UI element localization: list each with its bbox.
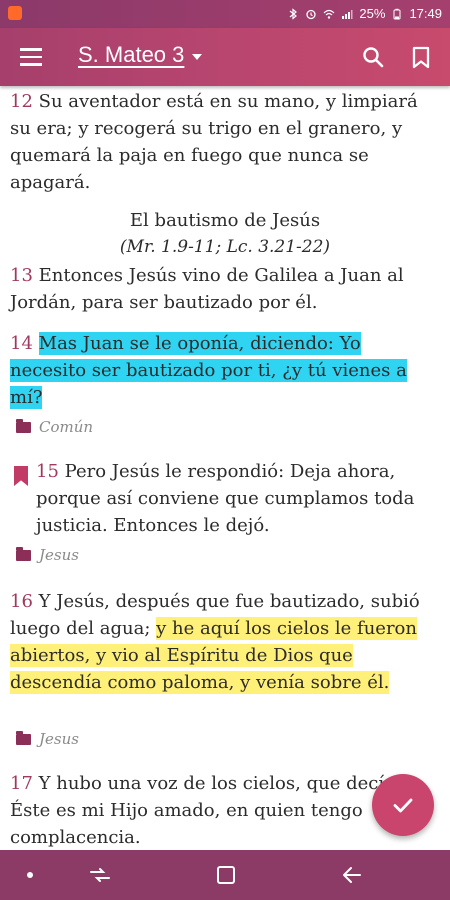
signal-icon [342,9,353,19]
verse-tag[interactable]: Jesus [16,730,79,748]
confirm-fab-button[interactable] [372,774,434,836]
status-bar: 25% 17:49 [0,0,450,28]
folder-icon [16,730,31,745]
page-title: S. Mateo 3 [78,42,185,67]
verse-number: 14 [10,333,33,354]
search-icon[interactable] [358,42,388,72]
status-indicators: 25% 17:49 [287,6,442,21]
verse-number: 12 [10,91,33,112]
verse-text-highlighted: Mas Juan se le oponía, diciendo: Yo nece… [10,332,407,409]
check-icon [393,798,413,813]
section-references: (Mr. 1.9-11; Lc. 3.21-22) [119,237,331,257]
system-navigation-bar [0,850,450,900]
battery-percent: 25% [359,6,386,21]
bookmark-marker-icon [14,466,28,486]
tag-label: Común [39,418,94,436]
clock: 17:49 [409,6,442,21]
verse-number: 17 [10,773,33,794]
verse-tag[interactable]: Común [16,418,93,436]
folder-icon [16,546,31,561]
bluetooth-icon [290,7,298,20]
app-bar: S. Mateo 3 [0,28,450,86]
verse-number: 15 [36,461,59,482]
back-icon[interactable] [340,864,364,886]
chevron-down-icon [192,54,203,60]
bookmark-icon[interactable] [406,42,436,72]
verse-text: Su aventador está en su mano, y limpiará… [10,91,418,193]
folder-icon [16,418,31,433]
tag-label: Jesus [39,546,79,564]
home-icon[interactable] [214,864,238,886]
chapter-content: 12 Su aventador está en su mano, y limpi… [0,86,450,850]
wifi-icon [323,9,335,19]
alarm-icon [306,9,317,19]
verse-13[interactable]: 13 Entonces Jesús vino de Galilea a Juan… [10,262,430,316]
verse-number: 13 [10,265,33,286]
book-chapter-selector[interactable]: S. Mateo 3 [78,42,203,68]
verse-17[interactable]: 17 Y hubo una voz de los cielos, que dec… [10,770,430,850]
verse-15[interactable]: 15 Pero Jesús le respondió: Deja ahora, … [36,458,436,539]
app-notification-icon [8,6,22,20]
section-heading: El bautismo de Jesús [129,210,321,231]
verse-text: Pero Jesús le respondió: Deja ahora, por… [36,461,415,536]
verse-12[interactable]: 12 Su aventador está en su mano, y limpi… [10,88,430,196]
verse-text: Entonces Jesús vino de Galilea a Juan al… [10,265,404,313]
verse-16[interactable]: 16 Y Jesús, después que fue bautizado, s… [10,588,430,696]
menu-icon[interactable] [14,42,48,72]
verse-number: 16 [10,591,33,612]
dot-icon[interactable] [18,864,42,886]
verse-tag[interactable]: Jesus [16,546,79,564]
verse-text: Y hubo una voz de los cielos, que decía:… [10,773,401,848]
recent-apps-icon[interactable] [88,864,112,886]
verse-14[interactable]: 14 Mas Juan se le oponía, diciendo: Yo n… [10,330,430,411]
tag-label: Jesus [39,730,79,748]
battery-icon [393,8,401,19]
